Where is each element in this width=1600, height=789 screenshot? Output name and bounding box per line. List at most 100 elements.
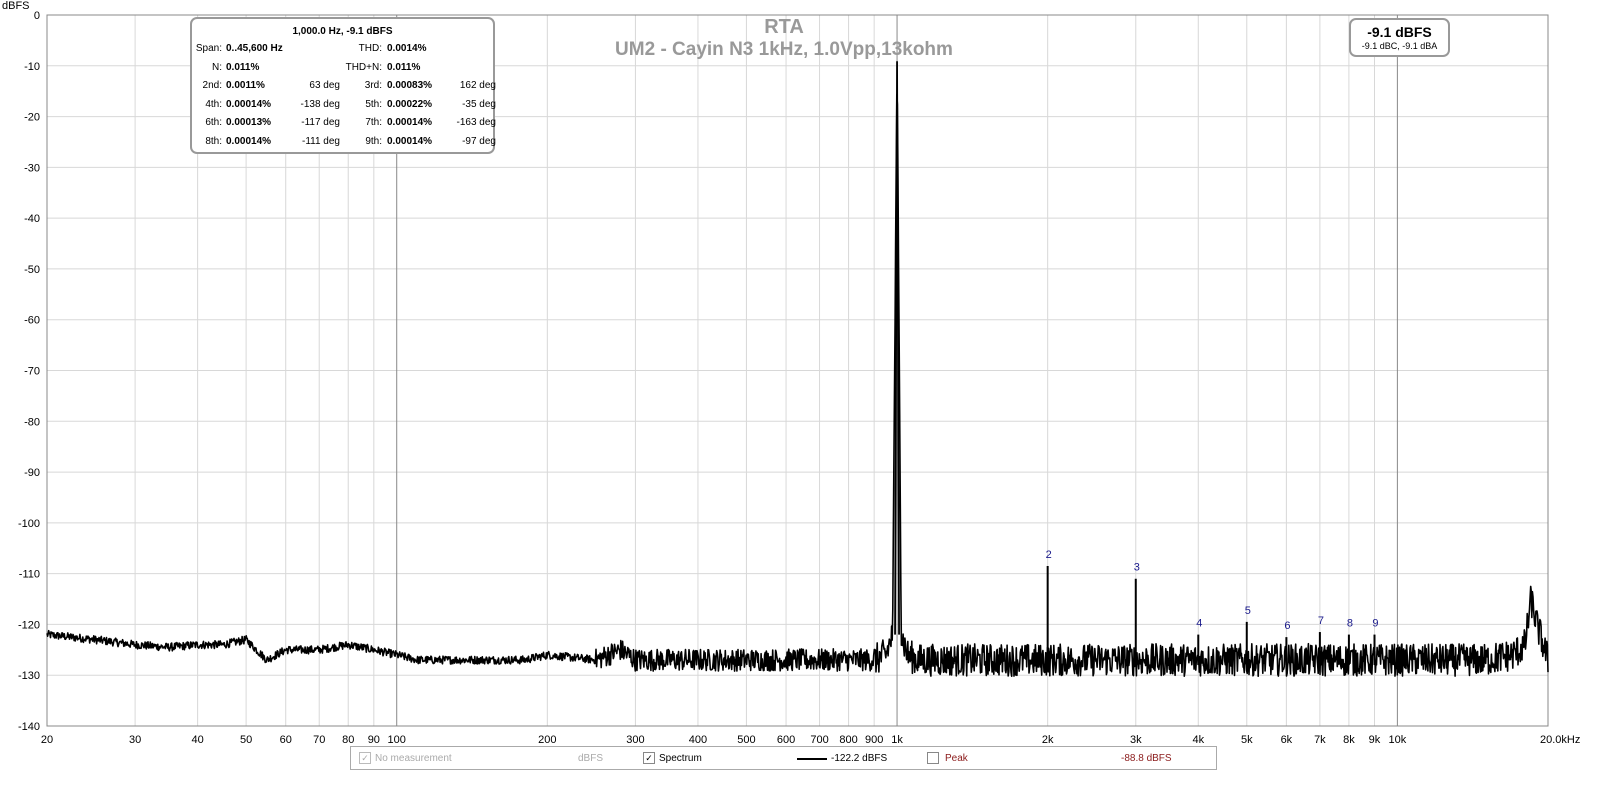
stat-label: Span: [195,43,222,54]
x-tick-label: 800 [839,734,857,746]
y-axis-label: dBFS [2,0,30,12]
x-tick-label: 900 [865,734,883,746]
stat-value: 0.00014% [226,135,272,147]
x-tick-label: 20 [41,734,53,746]
spectrum-line-swatch [797,758,827,760]
harmonic-label: 9 [1372,618,1378,630]
stat-value: 0.00013% [226,117,272,129]
level-main: -9.1 dBFS [1367,24,1432,40]
y-tick-label: 0 [34,10,40,22]
stat-label: 9th: [365,135,382,147]
stat-label: 4th: [205,98,222,110]
x-tick-label: 3k [1130,734,1142,746]
x-tick-label: 80 [342,734,354,746]
no-measurement-label: No measurement [375,753,452,764]
x-tick-label: 300 [626,734,644,746]
x-tick-label: 90 [368,734,380,746]
spectrum-label: Spectrum [659,753,702,764]
y-tick-label: -100 [18,518,40,530]
stats-row: 2nd: 0.0011% 63 deg 3rd: 0.00083% 162 deg [192,80,496,99]
y-tick-label: -140 [18,721,40,733]
harmonic-label: 4 [1196,618,1202,630]
x-tick-label: 9k [1369,734,1381,746]
stat-phase: 63 deg [309,80,340,92]
spectrum-checkbox[interactable]: ✓ [643,752,655,764]
y-tick-label: -110 [19,569,40,581]
harmonic-label: 3 [1134,562,1140,574]
x-tick-label: 500 [737,734,755,746]
harmonic-label: 2 [1046,549,1052,561]
no-measurement-checkbox[interactable]: ✓ [359,752,371,764]
x-axis-ticks: 20 30 40 50 60 70 80 90 100 200 300 400 500 600 700 800… [41,734,1580,746]
stat-phase: -117 deg [301,117,340,129]
stat-label: 7th: [365,117,382,129]
y-tick-label: -30 [24,162,40,174]
stat-value: 0.00022% [387,98,433,110]
stat-value: 0.00083% [387,80,433,92]
chart-subtitle: UM2 - Cayin N3 1kHz, 1.0Vpp,13kohm [615,39,953,60]
stat-label: 6th: [205,117,222,129]
stat-value: 0.0011% [226,80,265,92]
stats-row: Span: 0..45,600 Hz THD: 0.0014% [192,43,493,62]
y-tick-label: -120 [18,619,40,631]
stats-row: 6th: 0.00013% -117 deg 7th: 0.00014% -163 deg [192,117,496,136]
stat-label: THD: [358,43,382,54]
distortion-stats-panel: 1,000.0 Hz, -9.1 dBFS Span: 0..45,600 Hz T… [190,17,496,155]
y-tick-label: -70 [24,366,40,378]
y-axis-ticks: 0 -10 -20 -30 -40 -50 -60 -70 -80 -90 -100 -110 -120… [18,10,40,733]
legend-bar: ✓ No measurement dBFS ✓ Spectrum -122.2 … [350,746,1217,770]
y-tick-label: -20 [24,112,40,124]
stat-phase: -111 deg [302,135,340,147]
stat-label: THD+N: [345,61,382,73]
peak-checkbox[interactable] [927,752,939,764]
stat-phase: -138 deg [300,98,340,110]
stat-value: 0.00014% [387,135,433,147]
x-tick-label: 60 [280,734,292,746]
x-tick-label: 20.0kHz [1540,734,1580,746]
y-tick-label: -90 [24,467,40,479]
x-tick-label: 4k [1192,734,1204,746]
harmonic-label: 7 [1318,615,1324,627]
x-tick-label: 100 [388,734,406,746]
stat-value: 0..45,600 Hz [226,43,283,54]
y-tick-label: -40 [24,213,40,225]
stat-phase: -35 deg [462,98,496,110]
stats-rows: Span: 0..45,600 Hz THD: 0.0014% N: 0.011% THD+… [192,43,496,155]
series-line-spectrum [46,93,1549,677]
x-tick-label: 10k [1389,734,1407,746]
spectrum-value: -122.2 dBFS [831,753,888,764]
y-tick-label: -50 [24,264,40,276]
y-tick-label: -130 [18,670,40,682]
stat-label: 8th: [205,135,222,147]
x-tick-label: 600 [777,734,795,746]
stat-phase: 162 deg [459,80,496,92]
x-tick-label: 40 [191,734,203,746]
y-tick-label: -60 [24,315,40,327]
stat-label: N: [212,61,222,73]
stats-row: 8th: 0.00014% -111 deg 9th: 0.00014% -97 deg [192,135,496,155]
stat-value: 0.011% [226,61,260,73]
level-readout: -9.1 dBFS -9.1 dBC, -9.1 dBA [1349,18,1450,57]
harmonic-label: 6 [1284,620,1290,632]
x-tick-label: 70 [313,734,325,746]
x-tick-label: 700 [810,734,828,746]
stats-header: 1,000.0 Hz, -9.1 dBFS [292,26,393,37]
x-tick-label: 400 [689,734,707,746]
x-tick-label: 50 [240,734,252,746]
x-tick-label: 30 [129,734,141,746]
no-measurement-unit: dBFS [578,753,604,764]
stat-value: 0.0014% [387,43,427,54]
stat-phase: -163 deg [456,117,496,129]
stat-phase: -97 deg [462,135,496,147]
stat-label: 2nd: [202,80,222,92]
stat-value: 0.011% [387,61,421,73]
x-tick-label: 7k [1314,734,1326,746]
x-tick-label: 200 [538,734,556,746]
x-tick-label: 2k [1042,734,1054,746]
chart-title: RTA [764,16,804,38]
stat-value: 0.00014% [387,117,433,129]
stats-row: N: 0.011% THD+N: 0.011% [192,62,493,81]
harmonic-label: 8 [1347,618,1353,630]
stat-value: 0.00014% [226,98,272,110]
peak-label: Peak [945,753,968,764]
